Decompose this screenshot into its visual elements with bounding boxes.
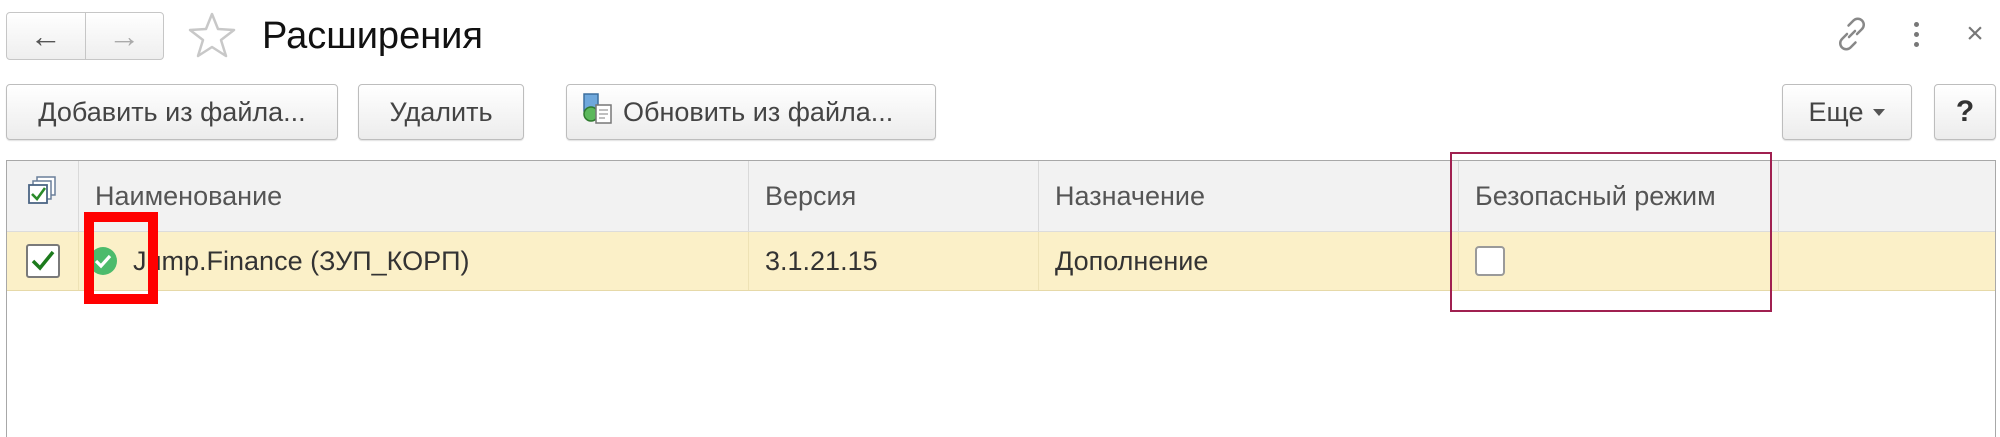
column-header-purpose[interactable]: Назначение	[1039, 161, 1459, 231]
back-button[interactable]: ←	[7, 13, 85, 59]
row-enabled-cell	[7, 232, 79, 290]
delete-button[interactable]: Удалить	[358, 84, 524, 140]
help-button[interactable]: ?	[1934, 84, 1996, 140]
forward-button[interactable]: →	[84, 13, 164, 59]
column-header-version[interactable]: Версия	[749, 161, 1039, 231]
checkmark-icon	[31, 250, 54, 271]
check-all-icon	[27, 161, 58, 231]
navigation-buttons: ← →	[6, 12, 164, 60]
update-from-file-button[interactable]: Обновить из файла...	[566, 84, 936, 140]
highlight-safe-mode-column-box	[1450, 152, 1772, 312]
row-purpose-cell: Дополнение	[1039, 232, 1459, 290]
highlight-status-icon-box	[84, 212, 158, 304]
update-from-file-label: Обновить из файла...	[623, 96, 894, 127]
favorite-star-icon[interactable]	[186, 10, 238, 62]
row-name-cell: Jump.Finance (ЗУП_КОРП)	[79, 232, 749, 290]
page-title: Расширения	[262, 15, 483, 57]
add-from-file-button[interactable]: Добавить из файла...	[6, 84, 338, 140]
link-icon[interactable]	[1832, 14, 1872, 54]
row-version-cell: 3.1.21.15	[749, 232, 1039, 290]
select-all-checkbox-column[interactable]	[7, 161, 79, 231]
close-icon[interactable]: ×	[1960, 14, 1990, 54]
enabled-checkbox[interactable]	[25, 244, 60, 278]
more-dropdown-button[interactable]: Еще	[1782, 84, 1912, 140]
arrow-right-icon: →	[108, 17, 141, 54]
extension-name: Jump.Finance (ЗУП_КОРП)	[133, 246, 470, 276]
chevron-down-icon	[1873, 108, 1886, 116]
more-label: Еще	[1808, 96, 1864, 127]
update-file-icon	[581, 92, 615, 133]
column-header-name[interactable]: Наименование	[79, 161, 749, 231]
arrow-left-icon: ←	[29, 17, 62, 54]
more-actions-icon[interactable]	[1904, 14, 1928, 54]
